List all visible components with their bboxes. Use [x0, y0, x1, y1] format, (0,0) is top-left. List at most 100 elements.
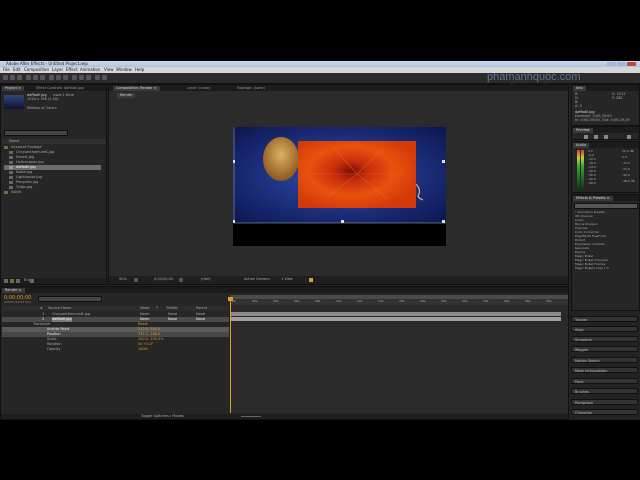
- interpret-footage-icon[interactable]: [4, 279, 8, 283]
- tab-effects-presets[interactable]: Effects & Presets ×: [573, 196, 613, 201]
- tab-composition[interactable]: Composition: Render ×: [113, 86, 160, 91]
- eraser-tool-icon[interactable]: [86, 75, 91, 80]
- layer-name[interactable]: daffodil.jpg: [52, 317, 72, 322]
- minimize-button[interactable]: [607, 62, 616, 66]
- pen-tool-icon[interactable]: [56, 75, 61, 80]
- panel-mask-interpolation[interactable]: Mask Interpolation: [571, 367, 638, 373]
- new-folder-icon[interactable]: [10, 279, 14, 283]
- timeline-search-input[interactable]: [38, 296, 102, 302]
- zoom-dropdown[interactable]: 50%: [119, 277, 127, 282]
- info-y: Y: 282: [612, 96, 623, 100]
- tab-info[interactable]: Info: [573, 86, 586, 91]
- comp-name-tab[interactable]: Render: [117, 93, 136, 98]
- close-button[interactable]: [627, 62, 636, 66]
- play-icon[interactable]: [594, 135, 598, 139]
- ruler-tick: 28s: [525, 299, 531, 303]
- image-icon: [9, 156, 13, 159]
- new-comp-icon[interactable]: [16, 279, 20, 283]
- rotate-tool-icon[interactable]: [26, 75, 31, 80]
- ram-preview-icon[interactable]: [627, 135, 631, 139]
- zoom-tool-icon[interactable]: [17, 75, 22, 80]
- info-in-out: In: 0;00;00;00, Out: 0;00;29;29: [575, 118, 630, 122]
- layer-bar[interactable]: [230, 317, 561, 321]
- tab-layer[interactable]: Layer: (none): [184, 86, 213, 91]
- watermark: phamanhquoc.com: [487, 71, 581, 83]
- selection-tool-icon[interactable]: [3, 75, 8, 80]
- mask-tool-icon[interactable]: [49, 75, 54, 80]
- clone-tool-icon[interactable]: [79, 75, 84, 80]
- tab-audio[interactable]: Audio: [573, 143, 589, 148]
- hand-tool-icon[interactable]: [10, 75, 15, 80]
- prop-value[interactable]: 100%: [138, 347, 148, 352]
- col-mode: Mode: [140, 306, 150, 310]
- project-thumbnail: [4, 95, 24, 109]
- folder-icon: [4, 191, 8, 194]
- list-item[interactable]: Magic Bullet Looks 1.4: [575, 266, 609, 271]
- comp-canvas: [233, 127, 446, 224]
- layer-bar[interactable]: [230, 312, 561, 316]
- text-tool-icon[interactable]: [63, 75, 68, 80]
- brush-tool-icon[interactable]: [72, 75, 77, 80]
- image-icon: [9, 181, 13, 184]
- tab-effect-controls[interactable]: Effect Controls: daffodil.jpg: [33, 86, 87, 91]
- zoom-slider[interactable]: [241, 416, 261, 417]
- panel-paint[interactable]: Paint: [571, 378, 638, 384]
- layer-parent[interactable]: None: [196, 317, 205, 322]
- project-file-info-size: 1024 x 768 (1.00): [27, 97, 59, 101]
- panel-tracker[interactable]: Tracker: [571, 316, 638, 322]
- pan-behind-tool-icon[interactable]: [40, 75, 45, 80]
- audio-tabbar: Audio: [572, 142, 639, 148]
- image-icon: [9, 166, 13, 169]
- tab-project[interactable]: Project ×: [2, 86, 25, 91]
- info-panel: Info R: G: B: A: 0 X: 1212 Y: 282 daffod…: [571, 84, 640, 126]
- view-dropdown[interactable]: Active Camera: [244, 277, 270, 282]
- panel-align[interactable]: Align: [571, 326, 638, 332]
- timeline-tracks[interactable]: 0s 02s 04s 06s 08s 10s 12s 14s 16s 18s 2…: [228, 295, 568, 413]
- effects-presets-panel: Effects & Presets × * Animation Presets …: [571, 194, 640, 311]
- tab-render-comp[interactable]: Render ×: [2, 288, 25, 293]
- resolution-dropdown[interactable]: (Half): [201, 277, 211, 282]
- col-trkmat: TrkMat: [166, 306, 178, 310]
- timeline-column-header: # Source Name Mode T TrkMat Parent: [2, 306, 229, 311]
- effects-search-input[interactable]: [574, 203, 638, 209]
- panel-paragraph[interactable]: Paragraph: [571, 399, 638, 405]
- panel-motion-sketch[interactable]: Motion Sketch: [571, 357, 638, 363]
- time-ruler[interactable]: 0s 02s 04s 06s 08s 10s 12s 14s 16s 18s 2…: [230, 299, 568, 305]
- first-frame-icon[interactable]: [584, 135, 588, 139]
- snapshot-icon[interactable]: [179, 278, 183, 282]
- col-source-name: Source Name: [48, 306, 72, 310]
- camera-tool-icon[interactable]: [33, 75, 38, 80]
- layer-trkmat[interactable]: None: [168, 317, 177, 322]
- puppet-tool-icon[interactable]: [102, 75, 107, 80]
- project-search-input[interactable]: [4, 130, 68, 136]
- panel-character[interactable]: Character: [571, 409, 638, 415]
- timeline-panel: Render × 0;00;00;00 00000 (29.97 fps) # …: [0, 286, 569, 420]
- roto-brush-tool-icon[interactable]: [95, 75, 100, 80]
- tab-footage[interactable]: Footage: (none): [234, 86, 268, 91]
- last-frame-icon[interactable]: [604, 135, 608, 139]
- playhead-handle[interactable]: [228, 297, 233, 301]
- timeline-fps: 00000 (29.97 fps): [4, 300, 31, 304]
- views-dropdown[interactable]: 1 View: [281, 277, 293, 282]
- ruler-tick: 22s: [462, 299, 468, 303]
- project-file-info-color: Millions of Colors: [27, 106, 57, 110]
- tab-preview[interactable]: Preview: [573, 128, 593, 133]
- toggle-switches-modes[interactable]: Toggle Switches / Modes: [141, 414, 184, 419]
- panel-wiggler[interactable]: Wiggler: [571, 346, 638, 352]
- trash-icon[interactable]: [30, 279, 34, 283]
- flower-layer-image: [298, 141, 416, 208]
- panel-brushes[interactable]: Brushes: [571, 388, 638, 394]
- app-window: Adobe After Effects - Untitled Project.a…: [0, 61, 640, 420]
- fast-preview-icon[interactable]: [309, 278, 313, 282]
- maximize-button[interactable]: [617, 62, 626, 66]
- comp-timecode[interactable]: 0;00;00;00: [154, 277, 173, 282]
- prop-row: Opacity 100%: [2, 347, 229, 352]
- ruler-tick: 18s: [420, 299, 426, 303]
- tools-bar: phamanhquoc.com Chia sẻ kinh nghiệm: [0, 71, 640, 88]
- panel-smoother[interactable]: Smoother: [571, 336, 638, 342]
- grid-icon[interactable]: [134, 278, 138, 282]
- col-number: #: [40, 306, 43, 310]
- list-item[interactable]: Solids: [4, 190, 104, 195]
- current-time-indicator[interactable]: [230, 297, 231, 413]
- project-tabbar: Project × Effect Controls: daffodil.jpg: [1, 85, 106, 91]
